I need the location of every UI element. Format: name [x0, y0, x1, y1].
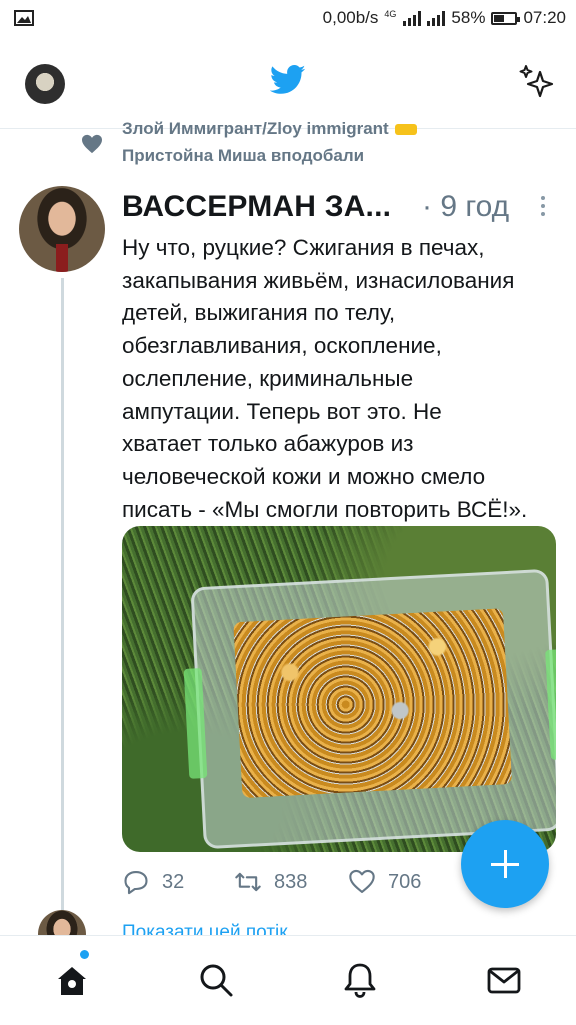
- clock: 07:20: [523, 8, 566, 27]
- reply-count: 32: [162, 870, 185, 893]
- author-avatar[interactable]: [19, 186, 105, 272]
- messages-icon[interactable]: [484, 960, 524, 1000]
- tweet-text-line: Ну что, руцкие? Сжигания в печах,: [122, 235, 485, 260]
- social-context: Злой Иммигрант/Zloy immigrant Пристойна …: [0, 110, 576, 170]
- thread-line: [61, 278, 64, 913]
- tweet-media-image[interactable]: [122, 526, 556, 852]
- network-type: 4G: [384, 9, 397, 19]
- tweet-actions: 32 838 706: [122, 868, 482, 900]
- more-options-icon[interactable]: [538, 196, 548, 220]
- like-button[interactable]: 706: [348, 868, 421, 896]
- box-handle-left: [183, 668, 208, 779]
- heart-icon: [82, 134, 102, 154]
- profile-avatar[interactable]: [25, 64, 65, 104]
- context-line-2: Пристойна Миша вподобали: [122, 146, 365, 165]
- like-icon: [349, 869, 375, 893]
- reply-icon: [124, 871, 148, 895]
- search-icon[interactable]: [196, 960, 236, 1000]
- context-line-1: Злой Иммигрант/Zloy immigrant: [122, 119, 417, 139]
- tweet-time: · 9 год: [422, 190, 510, 223]
- author-name[interactable]: ВАССЕРМАН ЗА...: [122, 190, 391, 224]
- plastic-box: [183, 568, 556, 850]
- tweet-text-line: писать - «Мы смогли повторить ВСЁ!».: [122, 496, 528, 522]
- network-speed: 0,00b/s: [322, 8, 379, 27]
- signal-icon-2: [427, 10, 446, 26]
- home-unread-dot: [80, 950, 89, 959]
- bottom-nav: [0, 935, 576, 1025]
- tweet-text-line: обезглавливания, оскопление,: [122, 333, 442, 359]
- tweet-text-line: ослепление, криминальные: [122, 365, 414, 391]
- gold-crowns: [233, 608, 513, 799]
- battery-percent: 58%: [451, 8, 486, 27]
- tweet-text-line: человеческой кожи и можно смело: [122, 463, 486, 489]
- reply-button[interactable]: 32: [122, 868, 184, 896]
- retweet-button[interactable]: 838: [234, 868, 307, 896]
- twitter-bird-icon: [270, 65, 306, 94]
- compose-tweet-button[interactable]: [461, 820, 549, 908]
- box-handle-right: [545, 649, 556, 760]
- tweet-text-line: хватает только абажуров из: [122, 431, 414, 457]
- notifications-icon[interactable]: [340, 960, 380, 1000]
- status-bar: 0,00b/s 4G 58% 07:20: [0, 0, 576, 38]
- retweet-icon: [235, 872, 261, 892]
- flag-emoji: [394, 124, 417, 136]
- retweet-count: 838: [274, 870, 308, 893]
- signal-icon: [403, 10, 422, 26]
- battery-icon: [491, 11, 521, 25]
- tweet-text-line: ампутации. Теперь вот это. Не: [122, 398, 442, 424]
- like-count: 706: [388, 870, 422, 893]
- sparkle-icon[interactable]: [518, 64, 556, 100]
- avatar-detail: [56, 244, 68, 272]
- image-icon: [14, 10, 34, 26]
- tweet-text: Ну что, руцкие? Сжигания в печах, закапы…: [122, 232, 562, 526]
- home-icon[interactable]: [52, 960, 92, 1000]
- tweet-text-line: закапывания живьём, изнасилования: [122, 267, 515, 293]
- tweet-text-line: детей, выжигания по телу,: [122, 300, 396, 326]
